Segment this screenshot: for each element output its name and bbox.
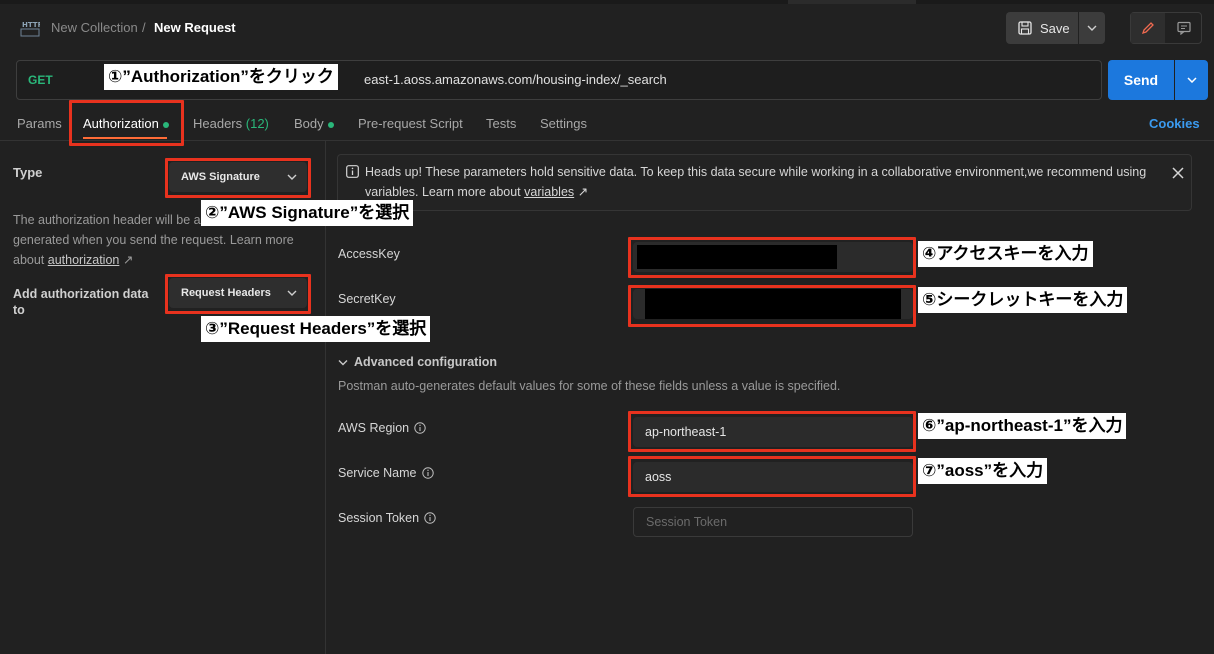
view-toggle-group [1130,12,1202,44]
active-tab-indicator [788,0,916,4]
send-button[interactable]: Send [1108,60,1174,100]
headers-count-badge: (12) [245,116,269,131]
chevron-down-icon [338,359,348,365]
tab-headers[interactable]: Headers (12) [193,116,269,131]
pencil-icon [1141,22,1154,35]
breadcrumb-request-title[interactable]: New Request [154,20,236,35]
annotation-step-4: ④アクセスキーを入力 [918,241,1093,267]
annotation-step-7: ⑦”aoss”を入力 [918,458,1048,484]
banner-text: Heads up! These parameters hold sensitiv… [365,165,1147,199]
tab-settings[interactable]: Settings [540,116,587,131]
chevron-down-icon [1186,77,1197,83]
annotation-step-2: ②”AWS Signature”を選択 [201,200,414,226]
aws-region-label: AWS Region [338,421,426,435]
session-token-label-text: Session Token [338,511,420,525]
annotation-step-3: ③”Request Headers”を選択 [201,316,431,342]
auth-type-label: Type [13,165,43,180]
close-icon[interactable] [1171,166,1185,180]
banner-message: Heads up! These parameters hold sensitiv… [365,162,1155,202]
annotation-box-auth-type [165,158,311,198]
annotation-step-1: ①”Authorization”をクリック [104,64,338,90]
window-top-strip [0,0,1214,4]
request-url-input[interactable]: east-1.aoss.amazonaws.com/housing-index/… [364,72,667,87]
chevron-down-icon [1087,25,1097,31]
info-circle-icon[interactable] [421,467,434,479]
auth-description-line-2: generated when you send the request. Lea… [13,233,294,247]
tab-body-label: Body [294,116,324,131]
tab-body[interactable]: Body [294,116,334,131]
annotation-step-5: ⑤シークレットキーを入力 [918,287,1128,313]
breadcrumb-separator: / [142,20,146,35]
auth-description-line-3: about authorization ↗ [13,250,313,270]
info-icon [346,165,359,178]
add-auth-data-label: Add authorization data to [13,287,149,317]
annotation-box-service [628,456,916,497]
advanced-configuration-label: Advanced configuration [354,355,498,369]
annotation-box-access-key [628,237,916,278]
info-circle-icon[interactable] [424,512,436,524]
annotation-box-add-to [165,274,311,314]
tab-tests[interactable]: Tests [486,116,516,131]
comments-button[interactable] [1167,13,1201,43]
external-link-icon: ↗ [122,253,134,267]
cookies-link[interactable]: Cookies [1149,116,1200,131]
service-name-label: Service Name [338,466,434,480]
annotation-step-6: ⑥”ap-northeast-1”を入力 [918,413,1127,439]
tab-headers-label: Headers [193,116,243,131]
external-link-icon: ↗ [577,185,589,199]
svg-text:HTTP: HTTP [22,21,40,29]
tab-params[interactable]: Params [17,116,62,131]
advanced-configuration-description: Postman auto-generates default values fo… [338,379,841,393]
info-circle-icon[interactable] [414,422,426,434]
edit-mode-button[interactable] [1131,13,1165,43]
tab-pre-request-script[interactable]: Pre-request Script [358,116,463,131]
save-button[interactable]: Save [1006,12,1078,44]
save-icon [1018,21,1032,35]
advanced-configuration-toggle[interactable]: Advanced configuration [338,355,497,369]
breadcrumb-collection[interactable]: New Collection [51,20,138,35]
session-token-input[interactable]: Session Token [633,507,913,537]
auth-description-about: about [13,253,45,267]
http-method-select[interactable]: GET [28,73,53,87]
status-dot [327,121,334,128]
aws-region-label-text: AWS Region [338,421,410,435]
save-options-button[interactable] [1079,12,1105,44]
comment-icon [1177,21,1191,35]
send-options-button[interactable] [1175,60,1208,100]
http-request-icon: HTTP [20,19,43,37]
session-token-label: Session Token [338,511,436,525]
access-key-label: AccessKey [338,247,400,261]
authorization-docs-link[interactable]: authorization [48,253,120,267]
save-label: Save [1040,20,1070,36]
variables-docs-link[interactable]: variables [524,185,574,199]
service-name-label-text: Service Name [338,466,417,480]
annotation-box-region [628,411,916,452]
secret-key-label: SecretKey [338,292,396,306]
annotation-box-secret-key [628,285,916,327]
annotation-box-authorization [69,100,184,146]
